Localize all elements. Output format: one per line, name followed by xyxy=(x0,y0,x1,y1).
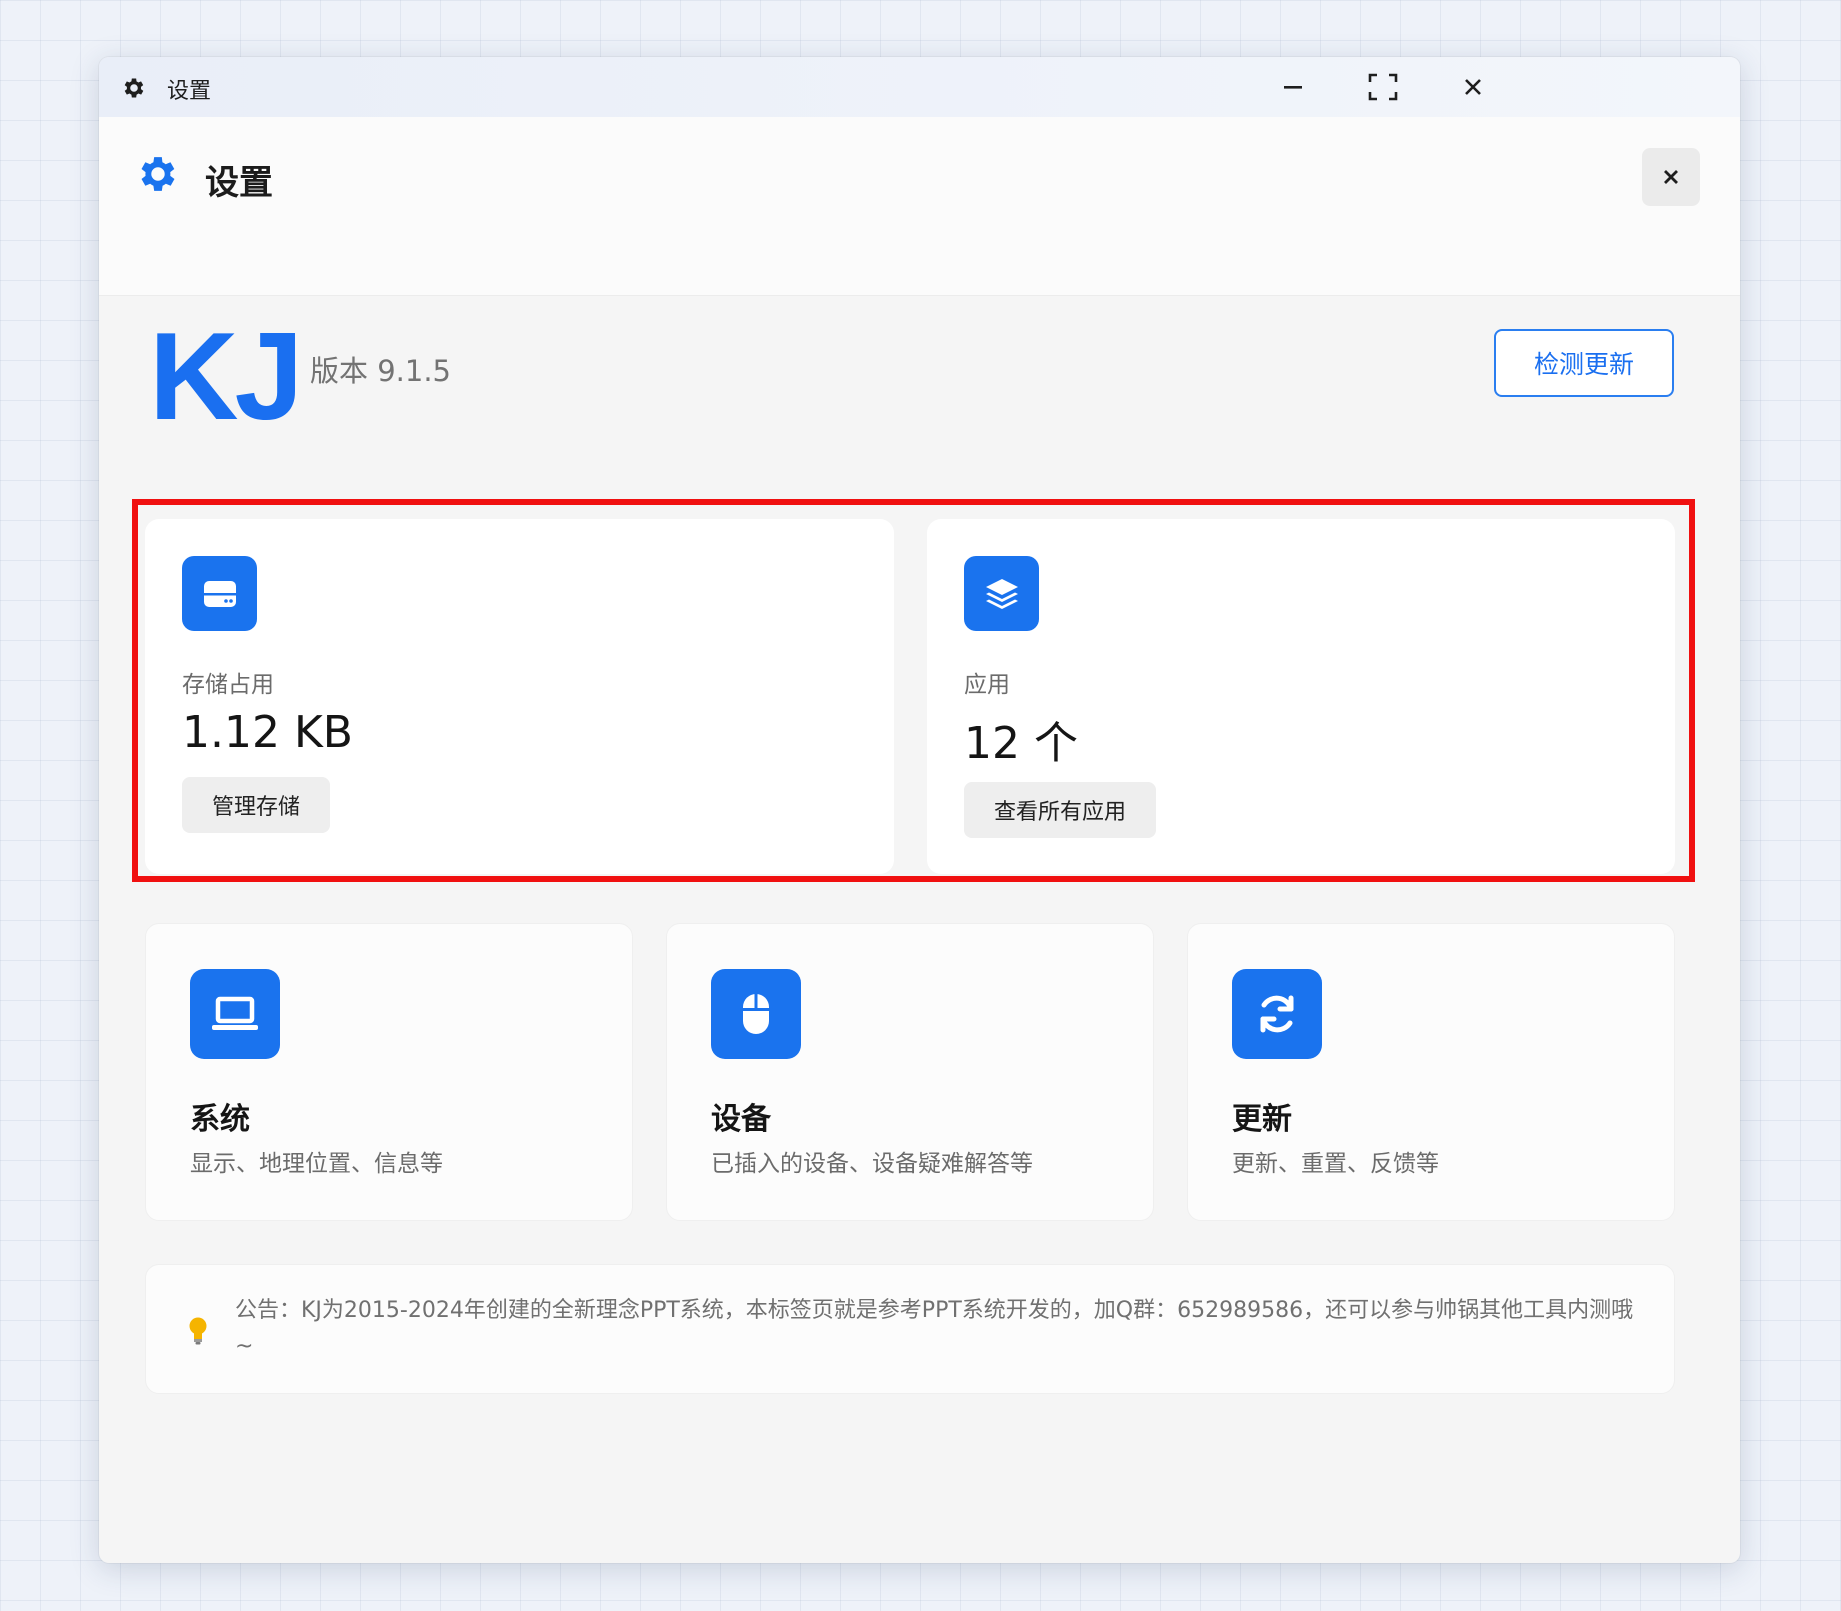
maximize-button[interactable] xyxy=(1358,67,1408,107)
minimize-button[interactable] xyxy=(1268,67,1318,107)
window-title: 设置 xyxy=(167,79,212,104)
category-title: 系统 xyxy=(190,1102,250,1137)
app-logo: KJ xyxy=(149,308,304,446)
category-desc: 更新、重置、反馈等 xyxy=(1232,1151,1439,1177)
category-update[interactable]: 更新 更新、重置、反馈等 xyxy=(1187,923,1675,1221)
close-icon xyxy=(1465,79,1481,95)
mouse-icon xyxy=(743,994,769,1034)
category-desc: 显示、地理位置、信息等 xyxy=(190,1151,443,1177)
laptop-icon xyxy=(212,996,258,1030)
settings-gear-icon xyxy=(141,157,175,191)
settings-close-button[interactable] xyxy=(1642,148,1700,206)
window-titlebar: 设置 xyxy=(99,57,1740,118)
settings-title: 设置 xyxy=(205,163,273,203)
app-version: 版本 9.1.5 xyxy=(310,354,452,388)
system-icon-box xyxy=(190,969,280,1059)
check-update-button[interactable]: 检测更新 xyxy=(1494,329,1674,397)
lightbulb-icon xyxy=(189,1317,207,1345)
category-desc: 已插入的设备、设备疑难解答等 xyxy=(711,1151,1033,1177)
devices-icon-box xyxy=(711,969,801,1059)
category-devices[interactable]: 设备 已插入的设备、设备疑难解答等 xyxy=(666,923,1154,1221)
announcement: 公告：KJ为2015-2024年创建的全新理念PPT系统，本标签页就是参考PPT… xyxy=(145,1264,1675,1394)
refresh-icon xyxy=(1260,995,1294,1033)
settings-header xyxy=(99,117,1740,296)
settings-window: 设置 设置 KJ 版本 9.1.5 检测更新 存储占用 1.12 KB 管理存储… xyxy=(99,57,1740,1563)
update-icon-box xyxy=(1232,969,1322,1059)
category-title: 设备 xyxy=(711,1102,771,1137)
window-close-button[interactable] xyxy=(1448,67,1498,107)
minimize-icon xyxy=(1284,86,1302,89)
announcement-text: 公告：KJ为2015-2024年创建的全新理念PPT系统，本标签页就是参考PPT… xyxy=(235,1298,1634,1359)
highlight-box xyxy=(132,499,1695,882)
category-title: 更新 xyxy=(1232,1102,1292,1137)
close-icon xyxy=(1664,170,1678,184)
gear-icon xyxy=(124,78,144,98)
fullscreen-icon xyxy=(1368,73,1398,101)
category-system[interactable]: 系统 显示、地理位置、信息等 xyxy=(145,923,633,1221)
